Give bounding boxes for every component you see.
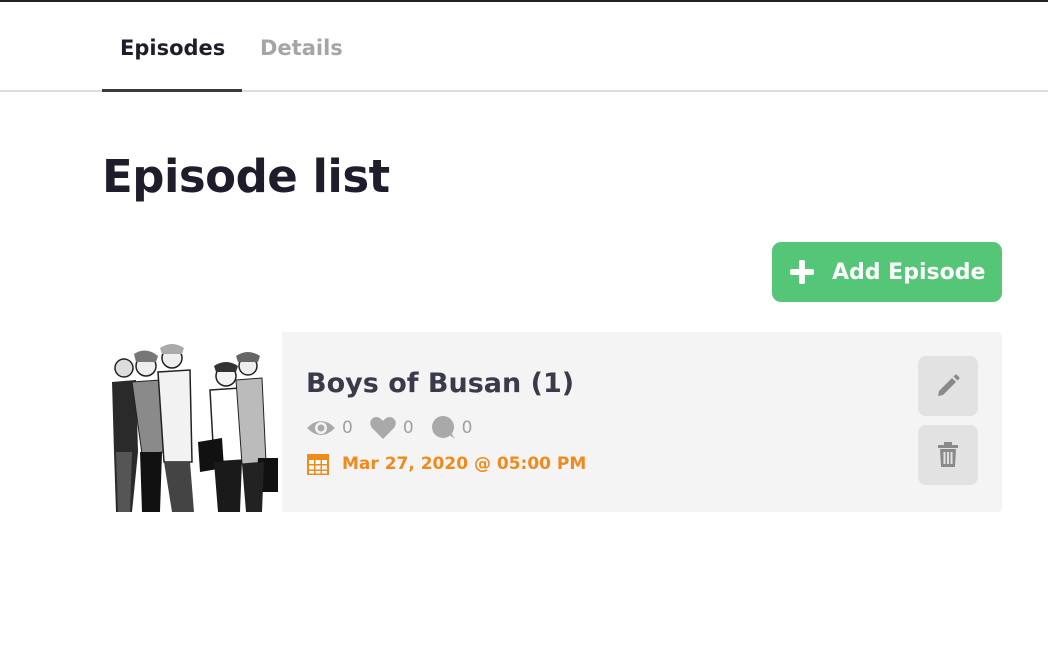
likes-count: 0 (402, 418, 414, 438)
edit-episode-button[interactable] (918, 356, 978, 416)
heart-icon (370, 417, 396, 439)
comment-icon (431, 416, 455, 439)
add-episode-button[interactable]: Add Episode (772, 242, 1002, 302)
episode-publish-date: Mar 27, 2020 @ 05:00 PM (342, 454, 587, 474)
likes-stat: 0 (369, 416, 414, 440)
active-tab-indicator (102, 89, 242, 92)
episode-thumbnail[interactable] (102, 332, 282, 512)
episode-stats: 0 0 0 (306, 416, 488, 440)
eye-icon (307, 421, 335, 435)
pencil-icon (938, 374, 960, 396)
add-episode-label: Add Episode (832, 259, 986, 285)
views-stat: 0 (306, 416, 353, 440)
plus-icon (790, 260, 814, 284)
comments-count: 0 (461, 418, 473, 438)
calendar-icon (307, 454, 329, 475)
thumbnail-illustration (102, 332, 282, 512)
episode-date-row: Mar 27, 2020 @ 05:00 PM (306, 452, 586, 476)
trash-icon (938, 442, 958, 467)
tab-bar: Episodes Details (0, 2, 1048, 92)
comments-stat: 0 (430, 416, 473, 440)
page-title: Episode list (102, 150, 390, 203)
views-count: 0 (342, 418, 353, 438)
tab-episodes[interactable]: Episodes (120, 36, 225, 60)
tab-details[interactable]: Details (260, 36, 343, 60)
episode-card[interactable]: Boys of Busan (1) 0 0 0 Mar 27, 2020 @ 0… (282, 332, 1002, 512)
episode-title[interactable]: Boys of Busan (1) (306, 368, 574, 399)
delete-episode-button[interactable] (918, 425, 978, 485)
